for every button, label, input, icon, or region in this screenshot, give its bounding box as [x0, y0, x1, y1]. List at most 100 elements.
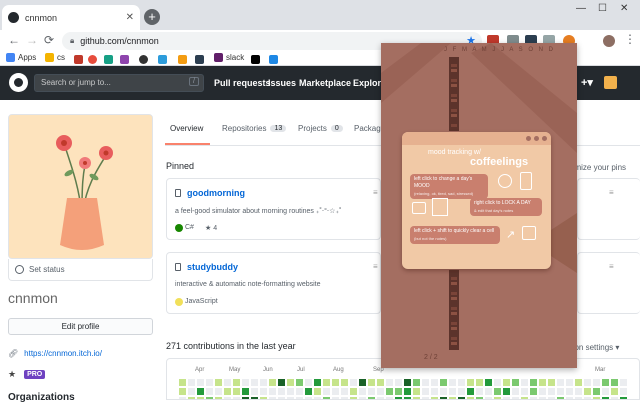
contribution-day-cell[interactable]	[251, 379, 258, 386]
contribution-day-cell[interactable]	[557, 388, 564, 395]
mood-day-cell[interactable]	[451, 287, 457, 290]
mood-day-cell[interactable]	[451, 277, 457, 280]
new-tab-button[interactable]: +	[144, 9, 160, 25]
mood-day-cell[interactable]	[451, 282, 457, 285]
drag-handle-icon[interactable]: ≡	[373, 262, 378, 271]
contribution-day-cell[interactable]	[260, 379, 267, 386]
contribution-day-cell[interactable]	[251, 388, 258, 395]
contribution-day-cell[interactable]	[404, 379, 411, 386]
bookmark-icon[interactable]	[269, 55, 278, 64]
contribution-day-cell[interactable]	[431, 388, 438, 395]
contribution-day-cell[interactable]	[188, 388, 195, 395]
contribution-day-cell[interactable]	[323, 379, 330, 386]
popup-page-indicator[interactable]: 2 / 2	[424, 354, 438, 361]
nav-pull-requests[interactable]: Pull requests	[214, 78, 271, 88]
mood-day-cell[interactable]	[451, 109, 457, 112]
mood-day-cell[interactable]	[451, 124, 457, 127]
contribution-day-cell[interactable]	[368, 379, 375, 386]
drag-handle-icon[interactable]: ≡	[609, 262, 614, 271]
contribution-day-cell[interactable]	[413, 379, 420, 386]
contribution-day-cell[interactable]	[206, 388, 213, 395]
browser-tab[interactable]: cnnmon ✕	[2, 5, 140, 30]
tab-projects[interactable]: Projects 0	[298, 124, 343, 133]
drag-handle-icon[interactable]: ≡	[609, 188, 614, 197]
contribution-day-cell[interactable]	[512, 388, 519, 395]
mood-day-cell[interactable]	[451, 84, 457, 87]
contribution-day-cell[interactable]	[485, 388, 492, 395]
contribution-day-cell[interactable]	[179, 388, 186, 395]
mood-day-cell[interactable]	[451, 74, 457, 77]
repo-name-link[interactable]: studybuddy	[187, 262, 238, 272]
mood-day-cell[interactable]	[451, 69, 457, 72]
contribution-day-cell[interactable]	[413, 388, 420, 395]
contribution-day-cell[interactable]	[593, 388, 600, 395]
contribution-day-cell[interactable]	[386, 379, 393, 386]
mood-day-cell[interactable]	[451, 104, 457, 107]
edit-profile-button[interactable]: Edit profile	[8, 318, 153, 335]
mood-day-cell[interactable]	[451, 64, 457, 67]
tab-repositories[interactable]: Repositories 13	[222, 124, 287, 133]
contribution-day-cell[interactable]	[611, 379, 618, 386]
mood-day-cell[interactable]	[451, 332, 457, 335]
contribution-day-cell[interactable]	[395, 388, 402, 395]
contribution-day-cell[interactable]	[278, 379, 285, 386]
contribution-day-cell[interactable]	[458, 379, 465, 386]
contribution-day-cell[interactable]	[332, 379, 339, 386]
contribution-day-cell[interactable]	[422, 388, 429, 395]
contribution-day-cell[interactable]	[485, 379, 492, 386]
set-status-button[interactable]: Set status	[8, 259, 153, 281]
mood-day-cell[interactable]	[451, 272, 457, 275]
contribution-day-cell[interactable]	[359, 379, 366, 386]
contribution-day-cell[interactable]	[179, 379, 186, 386]
bookmark-icon[interactable]	[74, 55, 83, 64]
contribution-day-cell[interactable]	[224, 379, 231, 386]
forward-icon[interactable]: →	[26, 33, 38, 47]
nav-marketplace[interactable]: Marketplace	[299, 78, 351, 88]
bookmark-slack[interactable]: slack	[214, 53, 244, 62]
mood-day-cell[interactable]	[451, 114, 457, 117]
contribution-day-cell[interactable]	[377, 388, 384, 395]
contribution-day-cell[interactable]	[593, 379, 600, 386]
contribution-day-cell[interactable]	[278, 388, 285, 395]
contribution-day-cell[interactable]	[458, 388, 465, 395]
repo-name-link[interactable]: goodmorning	[187, 188, 245, 198]
contribution-day-cell[interactable]	[215, 388, 222, 395]
contribution-day-cell[interactable]	[377, 379, 384, 386]
contribution-day-cell[interactable]	[233, 388, 240, 395]
github-logo-icon[interactable]	[9, 73, 28, 92]
contribution-day-cell[interactable]	[620, 379, 627, 386]
contribution-day-cell[interactable]	[467, 388, 474, 395]
contribution-day-cell[interactable]	[242, 388, 249, 395]
contribution-day-cell[interactable]	[287, 388, 294, 395]
bookmark-icon[interactable]	[251, 55, 260, 64]
reload-icon[interactable]: ⟳	[44, 33, 54, 47]
contribution-day-cell[interactable]	[314, 379, 321, 386]
search-input[interactable]: Search or jump to... /	[34, 74, 204, 92]
contribution-day-cell[interactable]	[215, 379, 222, 386]
contribution-day-cell[interactable]	[296, 379, 303, 386]
mood-day-cell[interactable]	[451, 292, 457, 295]
contribution-day-cell[interactable]	[287, 379, 294, 386]
nav-issues[interactable]: Issues	[268, 78, 296, 88]
contribution-day-cell[interactable]	[539, 379, 546, 386]
mood-day-cell[interactable]	[451, 342, 457, 345]
mood-day-cell[interactable]	[451, 89, 457, 92]
user-avatar-icon[interactable]	[604, 76, 617, 89]
contribution-day-cell[interactable]	[539, 388, 546, 395]
contribution-day-cell[interactable]	[440, 379, 447, 386]
mood-day-cell[interactable]	[451, 322, 457, 325]
contribution-day-cell[interactable]	[332, 388, 339, 395]
contribution-day-cell[interactable]	[566, 379, 573, 386]
contribution-day-cell[interactable]	[242, 379, 249, 386]
contribution-day-cell[interactable]	[422, 379, 429, 386]
contribution-day-cell[interactable]	[602, 388, 609, 395]
create-new-dropdown[interactable]: +▾	[581, 76, 593, 89]
contribution-day-cell[interactable]	[323, 388, 330, 395]
contribution-day-cell[interactable]	[467, 379, 474, 386]
contribution-day-cell[interactable]	[197, 388, 204, 395]
bookmark-icon[interactable]	[158, 55, 167, 64]
mood-day-cell[interactable]	[451, 337, 457, 340]
profile-avatar-icon[interactable]	[603, 35, 615, 47]
contribution-day-cell[interactable]	[359, 388, 366, 395]
contribution-day-cell[interactable]	[548, 388, 555, 395]
